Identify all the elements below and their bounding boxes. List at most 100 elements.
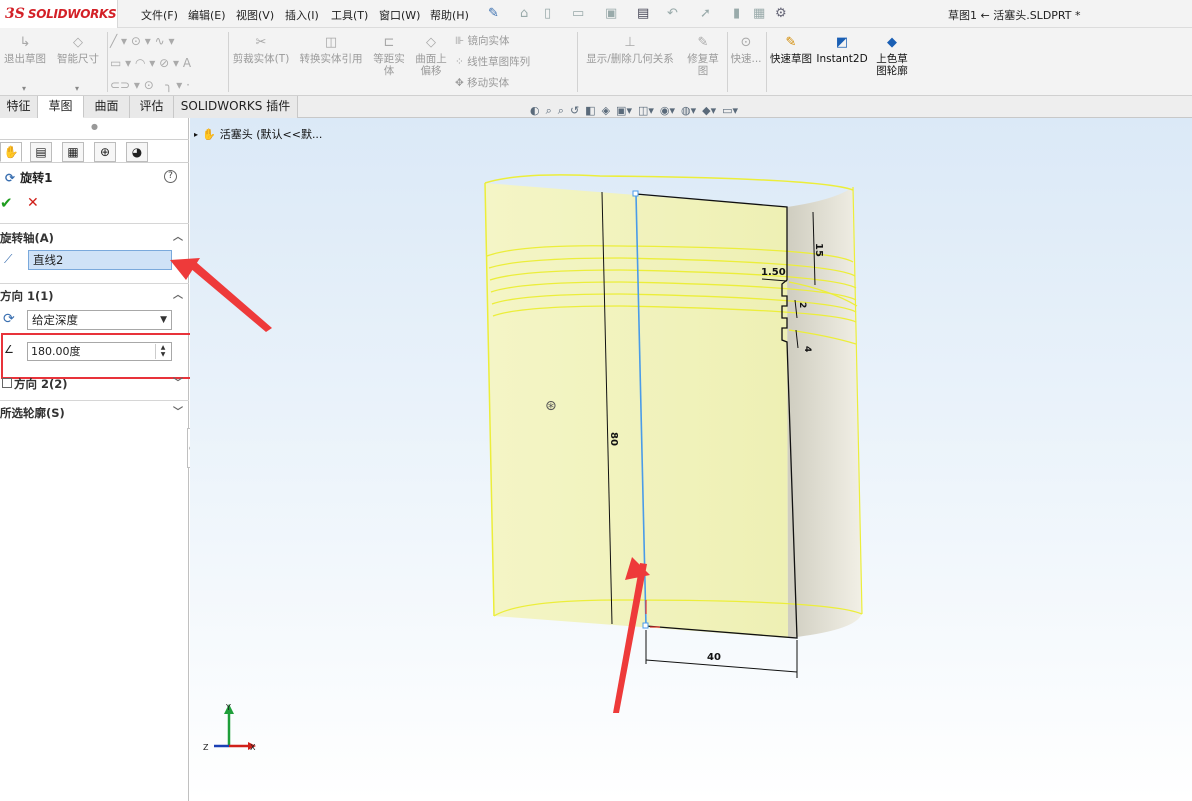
surface-offset-label: 曲面上偏移 bbox=[415, 53, 447, 77]
feature-title: ⟳ 旋转1 bbox=[5, 169, 52, 186]
smart-dimension-icon: ◇ bbox=[73, 35, 83, 50]
relations-icon: ⊥ bbox=[624, 35, 636, 50]
previous-view-icon[interactable]: ◐ bbox=[530, 104, 540, 118]
home-icon[interactable]: ⌂ bbox=[520, 6, 528, 21]
surface-offset-icon: ◇ bbox=[426, 35, 436, 50]
direction2-section-header[interactable]: 方向 2(2) ﹀ bbox=[14, 374, 189, 394]
previous-view-arrow-icon[interactable]: ↺ bbox=[570, 104, 579, 118]
view-orientation-icon[interactable]: ▣▾ bbox=[616, 104, 632, 118]
instant2d-button[interactable]: ◩ Instant2D bbox=[814, 36, 870, 66]
scissors-icon: ✂ bbox=[255, 35, 267, 50]
linear-pattern-button[interactable]: ⁘ 线性草图阵列 bbox=[455, 56, 555, 68]
divider bbox=[0, 400, 189, 401]
direction2-checkbox[interactable] bbox=[2, 378, 12, 388]
help-icon[interactable]: ? bbox=[164, 170, 177, 183]
file-props-icon[interactable]: ▦ bbox=[753, 6, 765, 21]
offset-entities-button[interactable]: ⊏ 等距实体 bbox=[370, 36, 408, 78]
zoom-fit-icon[interactable]: ⌕ bbox=[546, 104, 552, 118]
chevron-down-icon[interactable]: ▾ bbox=[75, 84, 79, 93]
chevron-up-icon[interactable]: ︿ bbox=[173, 228, 183, 248]
display-style-icon[interactable]: ◫▾ bbox=[638, 104, 654, 118]
tab-solidworks-addins[interactable]: SOLIDWORKS 插件 bbox=[174, 96, 298, 118]
annotation-highlight-box bbox=[1, 333, 201, 379]
dimxpert-tab-icon[interactable]: ⊕ bbox=[94, 142, 116, 162]
feature-title-label: 旋转1 bbox=[20, 171, 53, 185]
menu-help[interactable]: 帮助(H) bbox=[430, 7, 469, 23]
line-tool-icon[interactable]: ╱ ▾ ⊙ ▾ ∿ ▾ bbox=[110, 34, 174, 48]
zoom-area-icon[interactable]: ⌕ bbox=[558, 104, 564, 118]
menu-tools[interactable]: 工具(T) bbox=[331, 7, 368, 23]
save-icon[interactable]: ▣ bbox=[605, 6, 617, 21]
print-icon[interactable]: ▤ bbox=[637, 6, 649, 21]
display-manager-tab-icon[interactable]: ◕ bbox=[126, 142, 148, 162]
menu-file[interactable]: 文件(F) bbox=[141, 7, 178, 23]
convert-entities-icon: ◫ bbox=[324, 35, 338, 50]
solidworks-logo[interactable]: 3S SOLIDWORKS bbox=[0, 0, 118, 28]
chevron-down-icon[interactable]: ▾ bbox=[22, 84, 26, 93]
chevron-down-icon: ▼ bbox=[160, 315, 167, 325]
part-name: 活塞头 (默认<<默... bbox=[219, 128, 323, 141]
exit-sketch-button[interactable]: ↳ 退出草图 bbox=[2, 36, 48, 66]
revolve-icon: ⟳ bbox=[5, 170, 16, 185]
rapid-sketch-button[interactable]: ✎ 快速草图 bbox=[769, 35, 813, 66]
title-bar: 3S SOLIDWORKS 文件(F) 编辑(E) 视图(V) 插入(I) 工具… bbox=[0, 0, 1192, 28]
view-settings-icon[interactable]: ▭▾ bbox=[722, 104, 738, 118]
selected-contours-section-header[interactable]: 所选轮廓(S) ﹀ bbox=[0, 403, 189, 423]
reverse-direction-icon[interactable]: ⟳ bbox=[3, 311, 15, 327]
display-relations-button[interactable]: ⊥ 显示/删除几何关系 bbox=[580, 35, 680, 66]
menu-view[interactable]: 视图(V) bbox=[236, 7, 274, 23]
mirror-entities-button[interactable]: ⊪ 镜向实体 bbox=[455, 35, 525, 47]
menu-insert[interactable]: 插入(I) bbox=[285, 7, 319, 23]
axis-section-header[interactable]: 旋转轴(A) ︿ bbox=[0, 228, 189, 248]
repair-sketch-button[interactable]: ✎ 修复草图 bbox=[683, 36, 723, 78]
slot-tool-icon[interactable]: ⊂⊃ ▾ ⊙ ╮ ▾ · bbox=[110, 78, 190, 92]
property-manager: ● ✋ ▤ ▦ ⊕ ◕ ⟳ 旋转1 ? ✔ ✕ 旋转轴(A) ︿ ⟋ 直线2 方向… bbox=[0, 118, 201, 801]
menu-window[interactable]: 窗口(W) bbox=[379, 7, 420, 23]
end-condition-value: 给定深度 bbox=[32, 313, 78, 327]
axis-selection-field[interactable]: 直线2 bbox=[28, 250, 172, 270]
options-gear-icon[interactable]: ⚙ bbox=[775, 6, 787, 21]
direction1-section-header[interactable]: 方向 1(1) ︿ bbox=[0, 286, 189, 306]
tab-sketch[interactable]: 草图 bbox=[38, 96, 84, 118]
convert-entities-button[interactable]: ◫ 转换实体引用 bbox=[296, 35, 366, 66]
expand-arrow-icon[interactable]: ▸ bbox=[194, 130, 198, 139]
cancel-x-icon[interactable]: ✕ bbox=[27, 195, 39, 211]
pin-icon[interactable]: ✎ bbox=[488, 6, 499, 21]
direction2-label: 方向 2(2) bbox=[14, 377, 68, 391]
rapid-sketch-icon: ✎ bbox=[785, 35, 797, 50]
shaded-contours-icon: ◆ bbox=[887, 35, 897, 50]
feature-tree-flyout[interactable]: ▸ ✋ 活塞头 (默认<<默... bbox=[194, 126, 322, 142]
section-view-icon[interactable]: ◧ bbox=[585, 104, 595, 118]
chevron-down-icon[interactable]: ﹀ bbox=[173, 403, 183, 423]
trim-entities-button[interactable]: ✂ 剪裁实体(T) bbox=[232, 35, 290, 66]
quick-snaps-button[interactable]: ⊙ 快速... bbox=[729, 36, 763, 66]
move-entities-button[interactable]: ✥ 移动实体 bbox=[455, 77, 525, 89]
scene-icon[interactable]: ◆▾ bbox=[702, 104, 716, 118]
rectangle-tool-icon[interactable]: ▭ ▾ ◠ ▾ ⊘ ▾ A bbox=[110, 56, 191, 70]
shaded-contours-button[interactable]: ◆ 上色草图轮廓 bbox=[872, 35, 912, 78]
end-condition-select[interactable]: 给定深度 ▼ bbox=[27, 310, 172, 330]
tab-surfaces[interactable]: 曲面 bbox=[84, 96, 130, 118]
ok-check-icon[interactable]: ✔ bbox=[0, 194, 13, 212]
feature-manager-tab-icon[interactable]: ✋ bbox=[0, 142, 22, 162]
panel-grip[interactable]: ● bbox=[0, 118, 189, 138]
toolbar-separator bbox=[727, 32, 728, 92]
menu-edit[interactable]: 编辑(E) bbox=[188, 7, 226, 23]
chevron-up-icon[interactable]: ︿ bbox=[173, 286, 183, 306]
tab-features[interactable]: 特征 bbox=[0, 96, 38, 118]
new-file-icon[interactable]: ▯ bbox=[544, 6, 551, 21]
undo-icon[interactable]: ↶ bbox=[667, 6, 678, 21]
tab-evaluate[interactable]: 评估 bbox=[130, 96, 174, 118]
smart-dimension-button[interactable]: ◇ 智能尺寸 bbox=[52, 35, 104, 66]
rebuild-icon[interactable]: ▮ bbox=[733, 6, 740, 21]
open-icon[interactable]: ▭ bbox=[572, 6, 584, 21]
hide-show-icon[interactable]: ◉▾ bbox=[660, 104, 675, 118]
select-icon[interactable]: ➚ bbox=[700, 6, 711, 21]
dynamic-annotation-icon[interactable]: ◈ bbox=[602, 104, 610, 118]
configuration-tab-icon[interactable]: ▦ bbox=[62, 142, 84, 162]
graphics-area[interactable] bbox=[190, 118, 1192, 801]
property-manager-tab-icon[interactable]: ▤ bbox=[30, 142, 52, 162]
chevron-down-icon[interactable]: ﹀ bbox=[173, 374, 183, 394]
appearance-icon[interactable]: ◍▾ bbox=[681, 104, 696, 118]
offset-on-surface-button[interactable]: ◇ 曲面上偏移 bbox=[412, 35, 450, 78]
